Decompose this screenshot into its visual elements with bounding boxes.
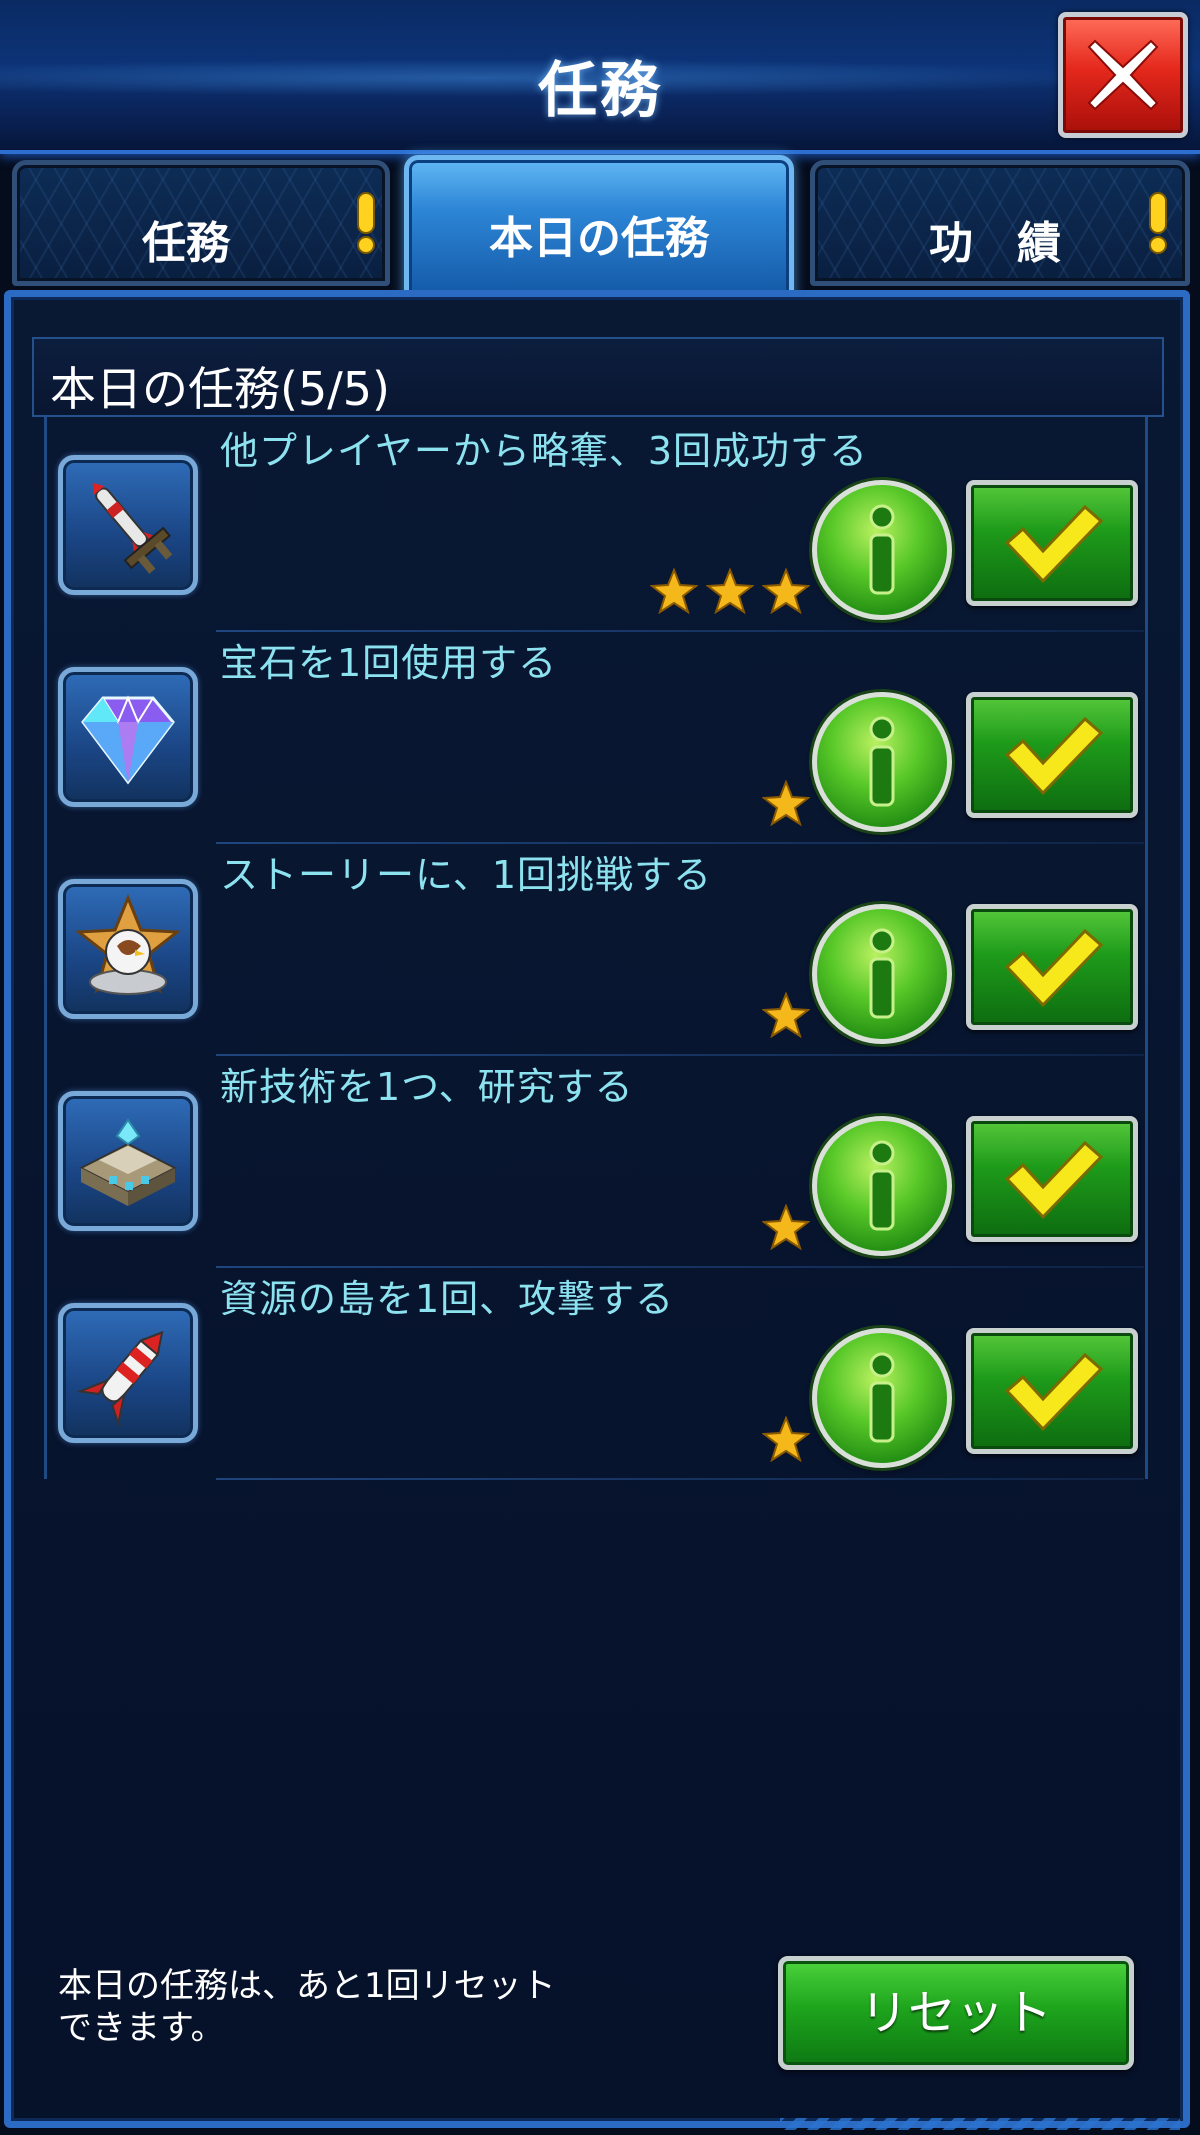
reset-note-line2: できます。 <box>58 2008 225 2048</box>
star-icon <box>762 1416 810 1462</box>
checkmark-icon <box>1004 1352 1104 1432</box>
claim-button[interactable] <box>966 692 1138 818</box>
tab-missions[interactable]: 任務 <box>12 160 390 286</box>
exclamation-alert-icon <box>357 192 375 254</box>
exclamation-alert-icon <box>1149 192 1167 254</box>
reward-stars <box>762 780 812 830</box>
info-button[interactable] <box>812 480 952 620</box>
mission-row-4: 新技術を1つ、研究する <box>0 1056 1200 1268</box>
mission-row-5: 資源の島を1回、攻撃する <box>0 1268 1200 1480</box>
tab-achievements-label: 功 績 <box>929 218 1061 269</box>
mission-text: 他プレイヤーから略奪、3回成功する <box>220 429 869 473</box>
tab-achievements[interactable]: 功 績 <box>810 160 1190 286</box>
section-title: 本日の任務(5/5) <box>50 362 390 416</box>
info-button[interactable] <box>812 1328 952 1468</box>
page-title: 任務 <box>538 56 662 126</box>
reward-stars <box>762 1416 812 1466</box>
tab-daily-missions-label: 本日の任務 <box>489 213 709 264</box>
star-icon <box>762 1204 810 1250</box>
mission-text: 資源の島を1回、攻撃する <box>220 1277 675 1321</box>
checkmark-icon <box>1004 504 1104 584</box>
mission-row-1: 他プレイヤーから略奪、3回成功する <box>0 420 1200 632</box>
info-icon <box>869 716 895 807</box>
mission-row-3: ストーリーに、1回挑戦する <box>0 844 1200 1056</box>
info-icon <box>869 928 895 1019</box>
reward-stars <box>762 992 812 1042</box>
reset-note-line1: 本日の任務は、あと1回リセット <box>58 1966 556 2006</box>
mission-text: ストーリーに、1回挑戦する <box>220 853 713 897</box>
mission-text: 新技術を1つ、研究する <box>220 1065 634 1109</box>
checkmark-icon <box>1004 1140 1104 1220</box>
info-icon <box>869 1140 895 1231</box>
decorative-stripe <box>780 2118 1180 2130</box>
reward-stars <box>762 1204 812 1254</box>
tab-missions-label: 任務 <box>142 218 230 269</box>
section-header: 本日の任務(5/5) <box>32 337 1164 417</box>
info-button[interactable] <box>812 692 952 832</box>
info-icon <box>869 504 895 595</box>
title-bar: 任務 <box>0 0 1200 154</box>
research-building-icon <box>58 1091 198 1231</box>
star-icon <box>762 992 810 1038</box>
close-button[interactable] <box>1058 12 1188 138</box>
claim-button[interactable] <box>966 480 1138 606</box>
star-icon <box>650 568 698 614</box>
reset-note: 本日の任務は、あと1回リセット できます。 <box>58 1965 658 2049</box>
star-icon <box>706 568 754 614</box>
info-button[interactable] <box>812 1116 952 1256</box>
checkmark-icon <box>1004 716 1104 796</box>
missile-launcher-icon <box>58 455 198 595</box>
claim-button[interactable] <box>966 1116 1138 1242</box>
checkmark-icon <box>1004 928 1104 1008</box>
info-button[interactable] <box>812 904 952 1044</box>
tab-daily-missions[interactable]: 本日の任務 <box>404 155 794 305</box>
row-divider <box>216 1478 1144 1480</box>
eagle-star-badge-icon <box>58 879 198 1019</box>
info-icon <box>869 1352 895 1443</box>
mission-text: 宝石を1回使用する <box>220 641 558 685</box>
claim-button[interactable] <box>966 904 1138 1030</box>
reset-button[interactable]: リセット <box>778 1956 1134 2070</box>
gem-icon <box>58 667 198 807</box>
close-x-icon <box>1087 39 1159 111</box>
star-icon <box>762 780 810 826</box>
reward-stars <box>650 568 810 618</box>
rocket-icon <box>58 1303 198 1443</box>
star-icon <box>762 568 810 614</box>
claim-button[interactable] <box>966 1328 1138 1454</box>
mission-row-2: 宝石を1回使用する <box>0 632 1200 844</box>
